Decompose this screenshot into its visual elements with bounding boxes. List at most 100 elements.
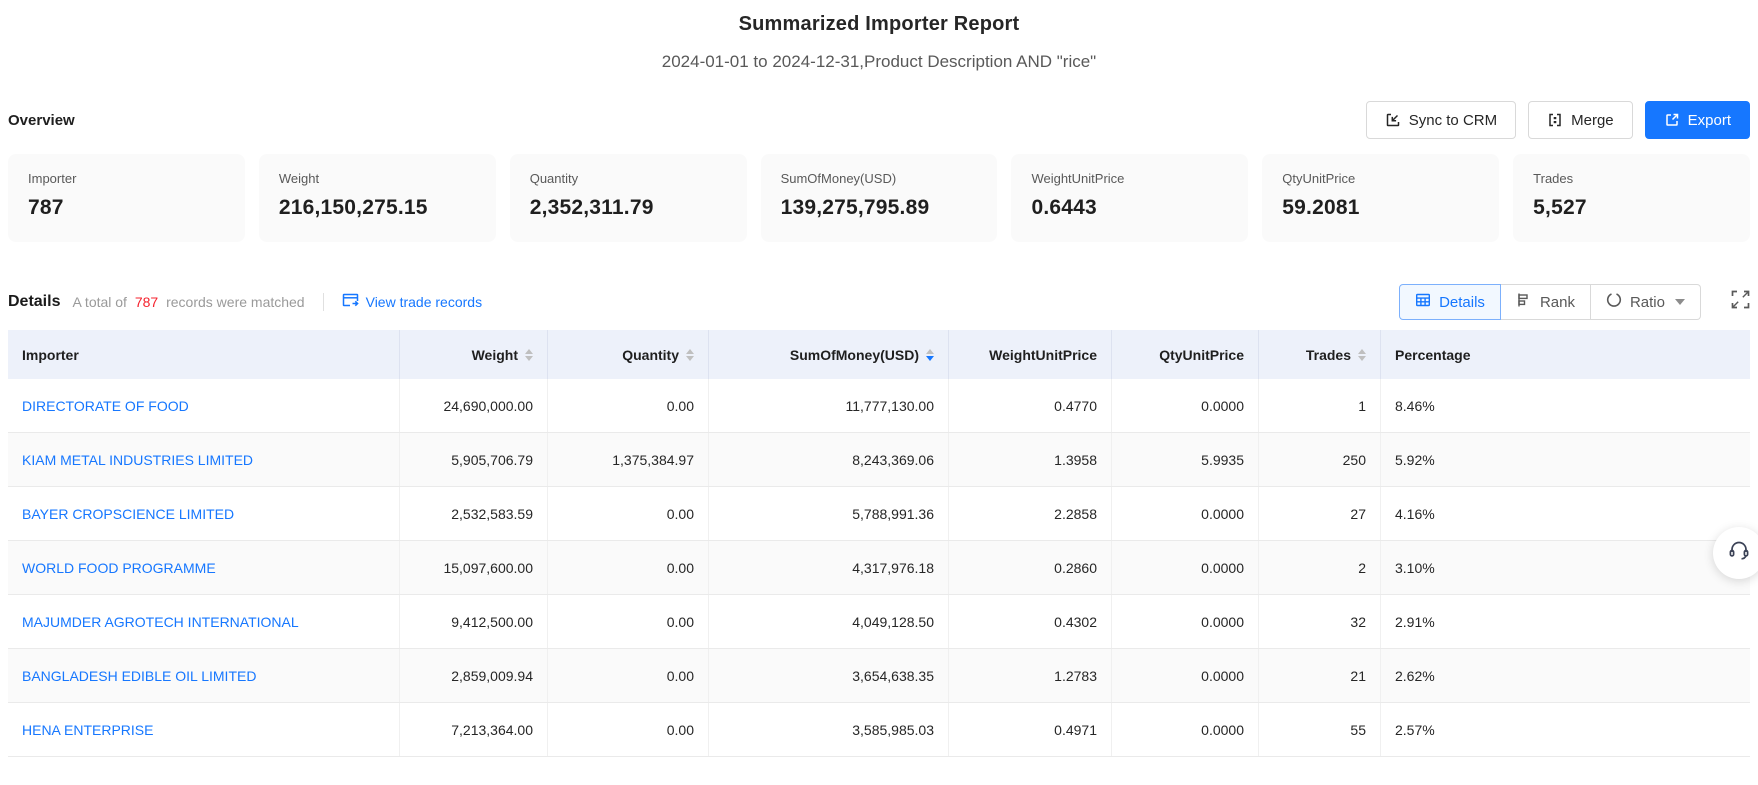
sync-to-crm-label: Sync to CRM xyxy=(1409,112,1497,129)
column-header-qty_unit_price: QtyUnitPrice xyxy=(1112,330,1259,379)
stat-label: Quantity xyxy=(530,171,727,186)
fullscreen-icon[interactable] xyxy=(1731,290,1750,314)
column-label: Weight xyxy=(472,347,518,363)
sort-icon[interactable] xyxy=(926,349,934,361)
column-header-sum_of_money_usd[interactable]: SumOfMoney(USD) xyxy=(709,330,949,379)
headset-icon xyxy=(1727,539,1751,568)
overview-heading: Overview xyxy=(8,112,75,129)
view-trade-records-link[interactable]: View trade records xyxy=(342,293,482,311)
importer-link[interactable]: WORLD FOOD PROGRAMME xyxy=(22,560,216,576)
column-label: Importer xyxy=(22,347,79,363)
importer-link[interactable]: KIAM METAL INDUSTRIES LIMITED xyxy=(22,452,253,468)
cell-qty_unit_price: 5.9935 xyxy=(1112,433,1259,486)
cell-percentage: 3.10% xyxy=(1381,541,1750,594)
cell-percentage: 2.91% xyxy=(1381,595,1750,648)
merge-icon xyxy=(1547,112,1563,128)
cell-importer: WORLD FOOD PROGRAMME xyxy=(8,541,400,594)
report-header: Summarized Importer Report 2024-01-01 to… xyxy=(0,0,1758,72)
merge-button[interactable]: Merge xyxy=(1528,101,1633,139)
cell-percentage: 2.57% xyxy=(1381,703,1750,756)
stat-card-quantity: Quantity 2,352,311.79 xyxy=(510,154,747,242)
importer-link[interactable]: HENA ENTERPRISE xyxy=(22,722,153,738)
cell-trades: 250 xyxy=(1259,433,1381,486)
stat-card-trades: Trades 5,527 xyxy=(1513,154,1750,242)
cell-trades: 32 xyxy=(1259,595,1381,648)
table-row: KIAM METAL INDUSTRIES LIMITED5,905,706.7… xyxy=(8,433,1750,487)
cell-weight: 2,859,009.94 xyxy=(400,649,548,702)
stat-label: Weight xyxy=(279,171,476,186)
cell-trades: 55 xyxy=(1259,703,1381,756)
sync-icon xyxy=(1385,112,1401,128)
importer-link[interactable]: DIRECTORATE OF FOOD xyxy=(22,398,189,414)
column-label: Percentage xyxy=(1395,347,1470,363)
stat-card-qty-unit-price: QtyUnitPrice 59.2081 xyxy=(1262,154,1499,242)
sort-icon[interactable] xyxy=(1358,349,1366,361)
details-left: Details A total of 787 records were matc… xyxy=(8,293,482,311)
stat-label: Importer xyxy=(28,171,225,186)
view-trade-records-label: View trade records xyxy=(366,294,482,310)
cell-qty_unit_price: 0.0000 xyxy=(1112,649,1259,702)
details-heading: Details xyxy=(8,293,60,311)
stat-label: SumOfMoney(USD) xyxy=(781,171,978,186)
cell-sum_of_money_usd: 5,788,991.36 xyxy=(709,487,949,540)
tab-details-label: Details xyxy=(1439,294,1485,311)
importer-table: Importer Weight Quantity SumOfMoney(USD)Wei… xyxy=(8,330,1750,757)
table-row: BAYER CROPSCIENCE LIMITED2,532,583.590.0… xyxy=(8,487,1750,541)
importer-link[interactable]: MAJUMDER AGROTECH INTERNATIONAL xyxy=(22,614,299,630)
trade-records-icon xyxy=(342,293,359,311)
export-button[interactable]: Export xyxy=(1645,101,1750,139)
cell-quantity: 0.00 xyxy=(548,541,709,594)
column-label: Quantity xyxy=(622,347,679,363)
cell-sum_of_money_usd: 3,585,985.03 xyxy=(709,703,949,756)
column-header-weight[interactable]: Weight xyxy=(400,330,548,379)
cell-percentage: 5.92% xyxy=(1381,433,1750,486)
cell-quantity: 0.00 xyxy=(548,379,709,432)
cell-importer: DIRECTORATE OF FOOD xyxy=(8,379,400,432)
cell-weight_unit_price: 0.4770 xyxy=(949,379,1112,432)
customer-service-button[interactable] xyxy=(1713,527,1758,579)
tab-details[interactable]: Details xyxy=(1399,284,1501,320)
cell-trades: 1 xyxy=(1259,379,1381,432)
cell-quantity: 1,375,384.97 xyxy=(548,433,709,486)
tab-ratio-label: Ratio xyxy=(1630,294,1665,311)
column-header-percentage: Percentage xyxy=(1381,330,1750,379)
cell-trades: 2 xyxy=(1259,541,1381,594)
stat-label: WeightUnitPrice xyxy=(1031,171,1228,186)
cell-weight_unit_price: 0.2860 xyxy=(949,541,1112,594)
tab-ratio[interactable]: Ratio xyxy=(1591,284,1701,320)
sort-icon[interactable] xyxy=(686,349,694,361)
stat-value: 0.6443 xyxy=(1031,196,1228,220)
importer-link[interactable]: BANGLADESH EDIBLE OIL LIMITED xyxy=(22,668,256,684)
stat-value: 139,275,795.89 xyxy=(781,196,978,220)
sort-icon[interactable] xyxy=(525,349,533,361)
stat-value: 2,352,311.79 xyxy=(530,196,727,220)
cell-weight_unit_price: 0.4971 xyxy=(949,703,1112,756)
cell-sum_of_money_usd: 8,243,369.06 xyxy=(709,433,949,486)
report-subtitle: 2024-01-01 to 2024-12-31,Product Descrip… xyxy=(0,52,1758,72)
table-row: DIRECTORATE OF FOOD24,690,000.000.0011,7… xyxy=(8,379,1750,433)
stat-value: 5,527 xyxy=(1533,196,1730,220)
column-header-weight_unit_price: WeightUnitPrice xyxy=(949,330,1112,379)
cell-importer: KIAM METAL INDUSTRIES LIMITED xyxy=(8,433,400,486)
match-suffix: records were matched xyxy=(166,294,305,310)
cell-qty_unit_price: 0.0000 xyxy=(1112,595,1259,648)
column-header-trades[interactable]: Trades xyxy=(1259,330,1381,379)
ratio-icon xyxy=(1606,292,1622,312)
stat-card-weight-unit-price: WeightUnitPrice 0.6443 xyxy=(1011,154,1248,242)
importer-link[interactable]: BAYER CROPSCIENCE LIMITED xyxy=(22,506,234,522)
cell-quantity: 0.00 xyxy=(548,487,709,540)
cell-importer: MAJUMDER AGROTECH INTERNATIONAL xyxy=(8,595,400,648)
match-count: 787 xyxy=(131,294,162,310)
stat-card-weight: Weight 216,150,275.15 xyxy=(259,154,496,242)
sync-to-crm-button[interactable]: Sync to CRM xyxy=(1366,101,1516,139)
table-row: BANGLADESH EDIBLE OIL LIMITED 2,859,009.9… xyxy=(8,649,1750,703)
table-row: WORLD FOOD PROGRAMME15,097,600.000.004,3… xyxy=(8,541,1750,595)
cell-weight_unit_price: 1.2783 xyxy=(949,649,1112,702)
column-header-quantity[interactable]: Quantity xyxy=(548,330,709,379)
stat-card-importer: Importer 787 xyxy=(8,154,245,242)
cell-percentage: 2.62% xyxy=(1381,649,1750,702)
stat-value: 59.2081 xyxy=(1282,196,1479,220)
column-label: QtyUnitPrice xyxy=(1159,347,1244,363)
tab-rank[interactable]: Rank xyxy=(1501,284,1591,320)
table-icon xyxy=(1415,292,1431,312)
